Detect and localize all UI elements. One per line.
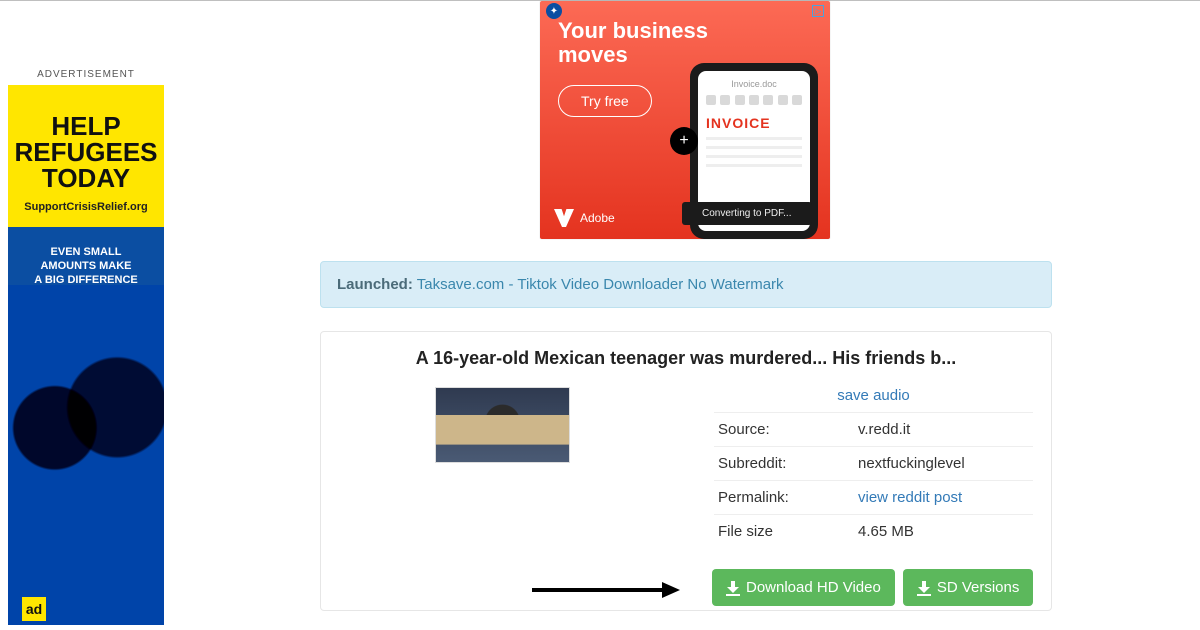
download-icon [917, 581, 931, 595]
download-hd-button[interactable]: Download HD Video [712, 569, 895, 606]
save-audio-link[interactable]: save audio [714, 387, 1033, 412]
ad-site: SupportCrisisRelief.org [14, 201, 158, 213]
converting-toast: Converting to PDF... [682, 202, 812, 225]
phone-invoice-word: INVOICE [706, 115, 802, 131]
source-label: Source: [714, 413, 854, 447]
sidebar-advertisement[interactable]: HELP REFUGEES TODAY SupportCrisisRelief.… [8, 85, 164, 625]
ad-headline-2: REFUGEES [14, 139, 158, 165]
phone-doc-title: Invoice.doc [706, 79, 802, 89]
topad-headline-1: Your business [558, 18, 708, 43]
top-banner-advertisement[interactable]: ✦ ▷ Your business moves Try free Invoice… [540, 1, 830, 239]
permalink-link[interactable]: view reddit post [858, 489, 962, 506]
filesize-label: File size [714, 515, 854, 549]
adobe-brand: Adobe [554, 209, 615, 227]
plus-icon: + [670, 127, 698, 155]
launched-label: Launched: [337, 276, 413, 293]
table-row: Subreddit: nextfuckinglevel [714, 447, 1033, 481]
ad-headline-1: HELP [14, 113, 158, 139]
table-row: Source: v.redd.it [714, 413, 1033, 447]
download-icon [726, 581, 740, 595]
table-row: File size 4.65 MB [714, 515, 1033, 549]
source-value: v.redd.it [854, 413, 1033, 447]
topad-headline-2: moves [558, 42, 628, 67]
sd-versions-label: SD Versions [937, 579, 1020, 596]
ad-image [8, 285, 164, 625]
filesize-value: 4.65 MB [854, 515, 1033, 549]
adchoices-icon[interactable]: ad [22, 597, 46, 621]
privacy-badge-icon[interactable]: ✦ [546, 3, 562, 19]
phone-mockup: Invoice.doc INVOICE + Converting to PDF.… [690, 63, 818, 239]
video-info-table: Source: v.redd.it Subreddit: nextfucking… [714, 412, 1033, 548]
ad-sub-2: AMOUNTS MAKE [26, 259, 146, 273]
sd-versions-button[interactable]: SD Versions [903, 569, 1034, 606]
launched-alert: Launched: Taksave.com - Tiktok Video Dow… [320, 261, 1052, 308]
video-thumbnail[interactable] [435, 387, 570, 463]
table-row: Permalink: view reddit post [714, 481, 1033, 515]
phone-toolbar-icons [706, 95, 802, 105]
subreddit-value: nextfuckinglevel [854, 447, 1033, 481]
adobe-logo-icon [554, 209, 574, 227]
try-free-button[interactable]: Try free [558, 85, 652, 117]
download-hd-label: Download HD Video [746, 579, 881, 596]
ad-info-icon[interactable]: ▷ [812, 5, 824, 17]
launched-link[interactable]: Taksave.com - Tiktok Video Downloader No… [417, 276, 784, 293]
advertisement-label: ADVERTISEMENT [8, 69, 164, 80]
subreddit-label: Subreddit: [714, 447, 854, 481]
topad-headline: Your business moves [558, 19, 708, 67]
permalink-label: Permalink: [714, 481, 854, 515]
ad-sub-1: EVEN SMALL [26, 245, 146, 259]
video-title: A 16-year-old Mexican teenager was murde… [339, 348, 1033, 369]
ad-headline-3: TODAY [14, 165, 158, 191]
adobe-brand-text: Adobe [580, 211, 615, 225]
ad-headline-block: HELP REFUGEES TODAY SupportCrisisRelief.… [8, 85, 164, 227]
